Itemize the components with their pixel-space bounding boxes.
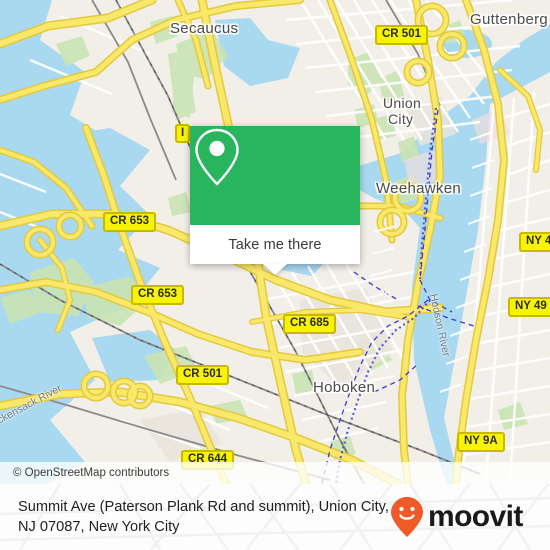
moovit-branding[interactable]: moovit [390,496,523,538]
map-attribution-bar: © OpenStreetMap contributors [0,462,550,484]
map-label-secaucus: Secaucus [170,20,239,37]
location-popup-card[interactable]: Take me there [190,126,360,275]
road-shield-cr-501-south: CR 501 [176,365,229,385]
road-shield-cr-685: CR 685 [283,314,336,334]
map-label-guttenberg: Guttenberg [470,11,549,28]
road-shield-cr-501-north: CR 501 [375,25,428,45]
map-screenshot: Secaucus Guttenberg Union City Weehawken… [0,0,550,550]
location-address: Summit Ave (Paterson Plank Rd and summit… [0,497,390,537]
road-shield-cr-653-upper: CR 653 [103,212,156,232]
moovit-wordmark: moovit [428,500,523,533]
map-label-union: Union [383,95,422,111]
osm-attribution-text[interactable]: © OpenStreetMap contributors [0,467,169,479]
take-me-there-button[interactable]: Take me there [190,225,360,264]
footer-bar: Summit Ave (Paterson Plank Rd and summit… [0,484,550,550]
popup-marker-panel [190,126,360,225]
road-shield-ny-9a: NY 9A [457,432,505,452]
road-shield-interstate: I [175,124,191,143]
map-label-city: City [388,111,414,127]
take-me-there-label: Take me there [228,236,322,253]
moovit-smiley-pin-icon [391,497,423,537]
road-shield-ny-49-upper: NY 49 [519,232,550,252]
map-label-weehawken: Weehawken [376,180,461,197]
map-label-hoboken: Hoboken [313,379,376,396]
road-shield-ny-49-lower: NY 49 [508,297,550,317]
address-line-1: Summit Ave (Paterson Plank Rd and summit… [18,499,357,515]
map-pin-icon [195,128,239,186]
map-canvas[interactable]: Secaucus Guttenberg Union City Weehawken… [0,0,550,484]
road-shield-cr-653-lower: CR 653 [131,285,184,305]
popup-pointer [263,264,287,275]
